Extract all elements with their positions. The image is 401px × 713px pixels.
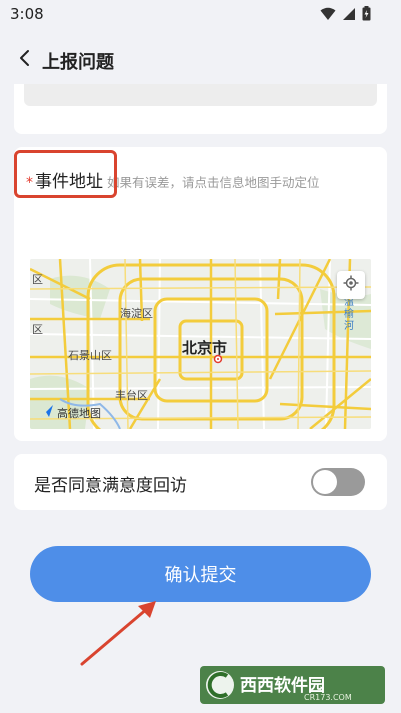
wifi-icon — [320, 7, 336, 21]
satisfaction-toggle[interactable] — [311, 468, 365, 496]
signal-icon — [342, 7, 356, 21]
battery-icon — [362, 6, 371, 21]
locate-icon — [343, 275, 359, 295]
map-district-label: 石景山区 — [68, 349, 112, 362]
status-time: 3:08 — [10, 5, 44, 23]
back-button[interactable] — [12, 48, 36, 72]
chevron-left-icon — [18, 49, 30, 71]
watermark-logo: 西西软件园 CR173.COM — [200, 666, 385, 704]
address-label: 事件地址 — [35, 172, 103, 192]
address-card: * 事件地址 如果有误差，请点击信息地图手动定位 区 海淀区 区 石景山区 丰台… — [14, 147, 387, 441]
map-district-label: 区 — [32, 323, 43, 336]
navigation-arrow-icon — [40, 404, 54, 421]
map-provider-logo: 高德地图 — [40, 404, 101, 421]
address-hint: 如果有误差，请点击信息地图手动定位 — [107, 175, 320, 190]
map-view[interactable]: 区 海淀区 区 石景山区 丰台区 温榆河 北京市 高德地图 — [30, 259, 371, 429]
toggle-knob — [313, 470, 337, 494]
map-city-label: 北京市 — [182, 339, 228, 357]
map-district-label: 丰台区 — [115, 389, 148, 402]
previous-input-field[interactable] — [24, 84, 377, 106]
app-header: 上报问题 — [0, 40, 401, 80]
page-title: 上报问题 — [42, 52, 114, 73]
locate-button[interactable] — [337, 271, 365, 299]
previous-form-card — [14, 84, 387, 134]
map-provider-name: 高德地图 — [57, 406, 101, 420]
watermark-sub-text: CR173.COM — [304, 693, 352, 702]
satisfaction-label: 是否同意满意度回访 — [34, 476, 187, 496]
map-district-label: 区 — [32, 273, 43, 286]
required-mark: * — [26, 175, 33, 191]
annotation-arrow-icon — [80, 601, 156, 666]
status-bar: 3:08 — [0, 0, 401, 28]
submit-button[interactable]: 确认提交 — [30, 546, 371, 602]
status-icons — [320, 6, 371, 21]
address-label-row: * 事件地址 如果有误差，请点击信息地图手动定位 — [26, 167, 320, 192]
map-river-label: 温榆河 — [344, 297, 354, 332]
satisfaction-card: 是否同意满意度回访 — [14, 454, 387, 510]
map-district-label: 海淀区 — [120, 307, 153, 320]
